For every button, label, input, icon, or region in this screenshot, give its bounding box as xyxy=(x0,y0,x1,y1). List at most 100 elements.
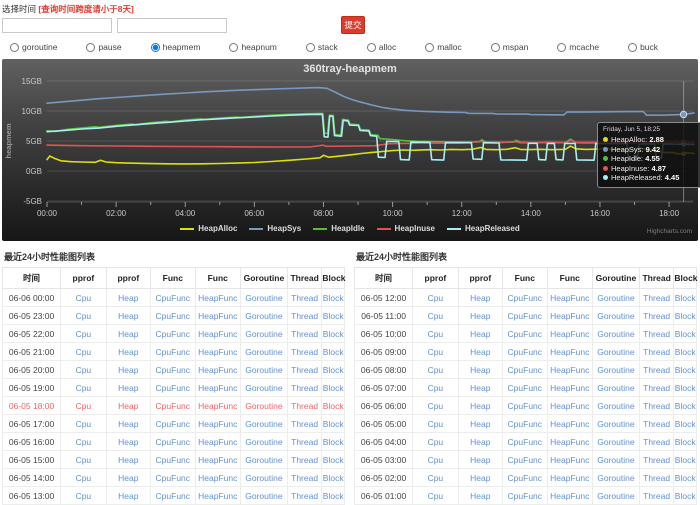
profile-link-CpuFunc[interactable]: CpuFunc xyxy=(508,311,543,321)
metric-radio-heapmem[interactable] xyxy=(151,43,160,52)
profile-link-Cpu[interactable]: Cpu xyxy=(76,311,92,321)
profile-link-Cpu[interactable]: Cpu xyxy=(76,383,92,393)
profile-link-Heap[interactable]: Heap xyxy=(470,329,490,339)
profile-link-Block[interactable]: Block xyxy=(675,491,696,501)
profile-link-Thread[interactable]: Thread xyxy=(643,437,670,447)
profile-link-Heap[interactable]: Heap xyxy=(118,347,138,357)
profile-link-Goroutine[interactable]: Goroutine xyxy=(597,383,634,393)
profile-link-Cpu[interactable]: Cpu xyxy=(76,419,92,429)
profile-link-Goroutine[interactable]: Goroutine xyxy=(245,311,282,321)
profile-link-HeapFunc[interactable]: HeapFunc xyxy=(550,473,589,483)
profile-link-Cpu[interactable]: Cpu xyxy=(76,491,92,501)
profile-link-HeapFunc[interactable]: HeapFunc xyxy=(198,455,237,465)
metric-radio-mcache[interactable] xyxy=(557,43,566,52)
profile-link-Thread[interactable]: Thread xyxy=(291,347,318,357)
profile-link-Heap[interactable]: Heap xyxy=(470,437,490,447)
profile-link-CpuFunc[interactable]: CpuFunc xyxy=(156,473,191,483)
profile-link-Goroutine[interactable]: Goroutine xyxy=(597,365,634,375)
profile-link-Goroutine[interactable]: Goroutine xyxy=(597,419,634,429)
profile-link-Heap[interactable]: Heap xyxy=(118,419,138,429)
profile-link-Goroutine[interactable]: Goroutine xyxy=(245,365,282,375)
profile-link-Thread[interactable]: Thread xyxy=(643,419,670,429)
profile-link-Goroutine[interactable]: Goroutine xyxy=(245,347,282,357)
profile-link-Goroutine[interactable]: Goroutine xyxy=(597,311,634,321)
profile-link-Cpu[interactable]: Cpu xyxy=(428,311,444,321)
profile-link-Thread[interactable]: Thread xyxy=(643,329,670,339)
profile-link-Cpu[interactable]: Cpu xyxy=(76,329,92,339)
profile-link-Block[interactable]: Block xyxy=(675,473,696,483)
profile-link-Cpu[interactable]: Cpu xyxy=(428,293,444,303)
profile-link-Cpu[interactable]: Cpu xyxy=(428,347,444,357)
profile-link-Thread[interactable]: Thread xyxy=(291,473,318,483)
profile-link-Heap[interactable]: Heap xyxy=(470,473,490,483)
profile-link-CpuFunc[interactable]: CpuFunc xyxy=(508,419,543,429)
profile-link-Cpu[interactable]: Cpu xyxy=(428,365,444,375)
profile-link-Heap[interactable]: Heap xyxy=(470,293,490,303)
profile-link-Goroutine[interactable]: Goroutine xyxy=(597,347,634,357)
profile-link-CpuFunc[interactable]: CpuFunc xyxy=(156,329,191,339)
profile-link-Cpu[interactable]: Cpu xyxy=(428,419,444,429)
profile-link-HeapFunc[interactable]: HeapFunc xyxy=(198,293,237,303)
profile-link-Thread[interactable]: Thread xyxy=(643,311,670,321)
profile-link-Cpu[interactable]: Cpu xyxy=(76,401,92,411)
profile-link-CpuFunc[interactable]: CpuFunc xyxy=(508,329,543,339)
legend-item-HeapReleased[interactable]: HeapReleased xyxy=(447,224,520,233)
profile-link-Heap[interactable]: Heap xyxy=(118,473,138,483)
profile-link-Block[interactable]: Block xyxy=(323,419,344,429)
profile-link-Goroutine[interactable]: Goroutine xyxy=(245,419,282,429)
metric-radio-buck[interactable] xyxy=(628,43,637,52)
profile-link-HeapFunc[interactable]: HeapFunc xyxy=(550,365,589,375)
profile-link-Goroutine[interactable]: Goroutine xyxy=(597,329,634,339)
chart-plot-area[interactable]: 15GB10GB5GB0GB-5GBheapmem00:0002:0004:00… xyxy=(2,59,698,241)
profile-link-Block[interactable]: Block xyxy=(323,347,344,357)
profile-link-Cpu[interactable]: Cpu xyxy=(428,329,444,339)
profile-link-Heap[interactable]: Heap xyxy=(118,329,138,339)
profile-link-Heap[interactable]: Heap xyxy=(118,293,138,303)
profile-link-Heap[interactable]: Heap xyxy=(118,365,138,375)
profile-link-CpuFunc[interactable]: CpuFunc xyxy=(156,455,191,465)
profile-link-Cpu[interactable]: Cpu xyxy=(428,383,444,393)
profile-link-Block[interactable]: Block xyxy=(675,437,696,447)
profile-link-Block[interactable]: Block xyxy=(675,401,696,411)
profile-link-Cpu[interactable]: Cpu xyxy=(76,365,92,375)
profile-link-Block[interactable]: Block xyxy=(675,383,696,393)
profile-link-CpuFunc[interactable]: CpuFunc xyxy=(508,491,543,501)
profile-link-Heap[interactable]: Heap xyxy=(470,311,490,321)
profile-link-CpuFunc[interactable]: CpuFunc xyxy=(508,365,543,375)
metric-radio-goroutine[interactable] xyxy=(10,43,19,52)
profile-link-Thread[interactable]: Thread xyxy=(643,401,670,411)
profile-link-Block[interactable]: Block xyxy=(323,383,344,393)
profile-link-HeapFunc[interactable]: HeapFunc xyxy=(198,473,237,483)
profile-link-HeapFunc[interactable]: HeapFunc xyxy=(198,437,237,447)
profile-link-Block[interactable]: Block xyxy=(675,329,696,339)
profile-link-Block[interactable]: Block xyxy=(675,419,696,429)
profile-link-CpuFunc[interactable]: CpuFunc xyxy=(156,293,191,303)
profile-link-CpuFunc[interactable]: CpuFunc xyxy=(508,401,543,411)
profile-link-Cpu[interactable]: Cpu xyxy=(76,293,92,303)
profile-link-Thread[interactable]: Thread xyxy=(291,293,318,303)
profile-link-CpuFunc[interactable]: CpuFunc xyxy=(156,401,191,411)
profile-link-Heap[interactable]: Heap xyxy=(470,347,490,357)
profile-link-Heap[interactable]: Heap xyxy=(470,491,490,501)
profile-link-Goroutine[interactable]: Goroutine xyxy=(245,329,282,339)
profile-link-Block[interactable]: Block xyxy=(323,401,344,411)
profile-link-Thread[interactable]: Thread xyxy=(291,329,318,339)
profile-link-Goroutine[interactable]: Goroutine xyxy=(245,473,282,483)
profile-link-Block[interactable]: Block xyxy=(323,437,344,447)
profile-link-HeapFunc[interactable]: HeapFunc xyxy=(198,311,237,321)
profile-link-Cpu[interactable]: Cpu xyxy=(76,455,92,465)
profile-link-Heap[interactable]: Heap xyxy=(118,491,138,501)
profile-link-Goroutine[interactable]: Goroutine xyxy=(245,491,282,501)
metric-radio-pause[interactable] xyxy=(86,43,95,52)
profile-link-Thread[interactable]: Thread xyxy=(643,347,670,357)
profile-link-CpuFunc[interactable]: CpuFunc xyxy=(156,437,191,447)
profile-link-CpuFunc[interactable]: CpuFunc xyxy=(156,383,191,393)
profile-link-HeapFunc[interactable]: HeapFunc xyxy=(550,491,589,501)
profile-link-Goroutine[interactable]: Goroutine xyxy=(245,455,282,465)
profile-link-Block[interactable]: Block xyxy=(323,365,344,375)
profile-link-Thread[interactable]: Thread xyxy=(291,437,318,447)
profile-link-Goroutine[interactable]: Goroutine xyxy=(597,401,634,411)
profile-link-Block[interactable]: Block xyxy=(323,311,344,321)
legend-item-HeapSys[interactable]: HeapSys xyxy=(249,224,301,233)
profile-link-CpuFunc[interactable]: CpuFunc xyxy=(156,491,191,501)
